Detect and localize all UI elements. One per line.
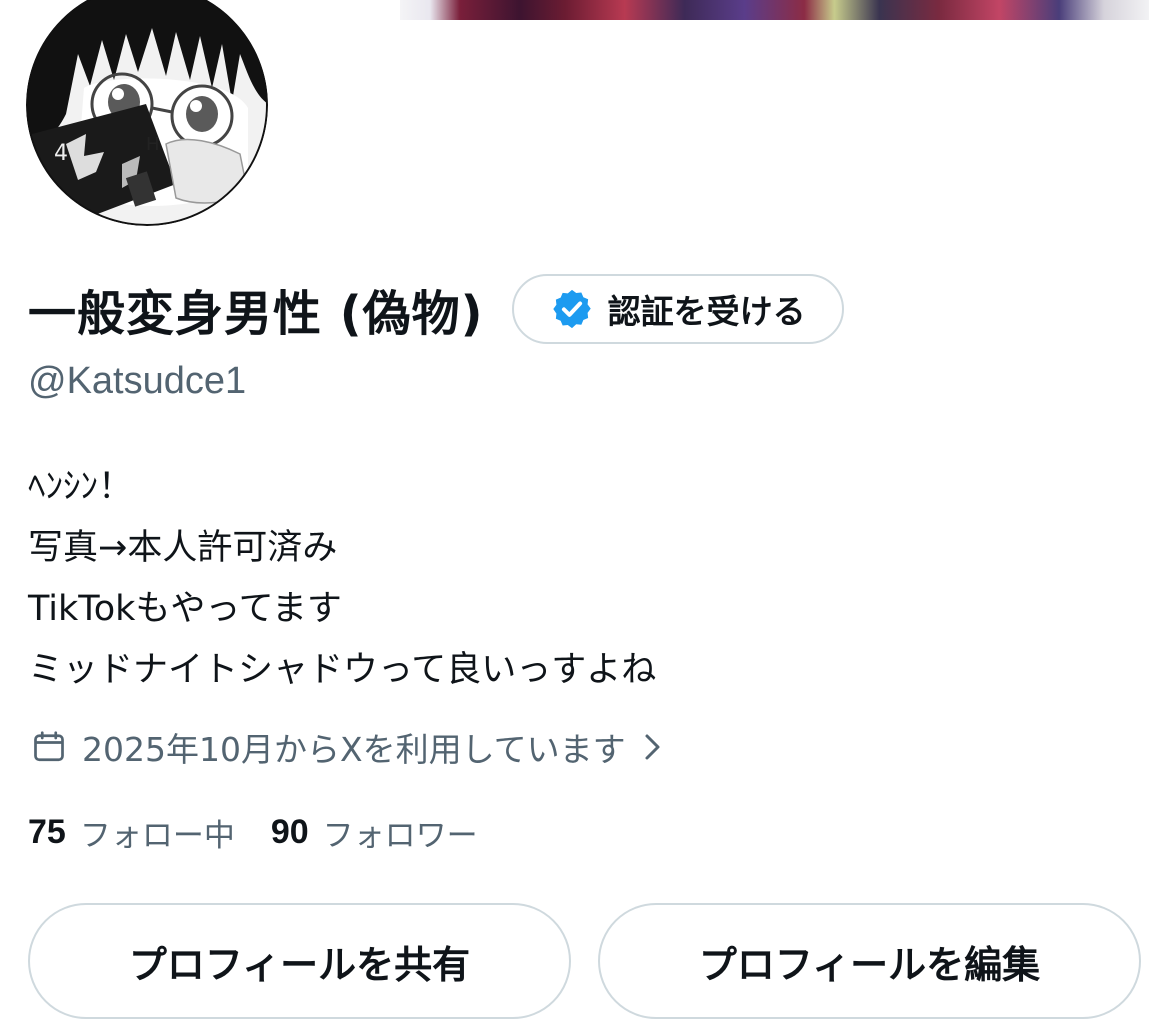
chevron-right-icon	[640, 730, 666, 764]
edit-profile-label: プロフィールを編集	[698, 942, 1041, 987]
bio-line: 写真→本人許可済み	[28, 528, 338, 568]
get-verified-button[interactable]: 認証を受ける	[511, 274, 844, 344]
share-profile-label: プロフィールを共有	[128, 942, 471, 987]
follow-stats: 75 フォロー中 90 フォロワー	[28, 808, 478, 856]
svg-text:4: 4	[54, 141, 68, 166]
verified-badge-icon	[550, 287, 594, 331]
joined-date-text: 2025年10月からXを利用しています	[82, 730, 626, 769]
name-row: 一般変身男性 (偽物) 認証を受ける	[28, 272, 844, 346]
avatar-image: 4 H	[26, 0, 268, 226]
joined-date-row[interactable]: 2025年10月からXを利用しています	[30, 722, 666, 772]
followers-label: フォロワー	[322, 817, 478, 854]
get-verified-label: 認証を受ける	[607, 292, 806, 331]
calendar-icon	[30, 728, 68, 766]
share-profile-button[interactable]: プロフィールを共有	[28, 903, 571, 1019]
display-name: 一般変身男性 (偽物)	[28, 286, 484, 342]
following-link[interactable]: 75 フォロー中	[28, 810, 235, 855]
bio-line: ﾍﾝｼﾝ！	[28, 467, 134, 507]
svg-text:H: H	[146, 134, 160, 155]
profile-bio: ﾍﾝｼﾝ！ 写真→本人許可済み TikTokもやってます ミッドナイトシャドウっ…	[28, 457, 1028, 701]
banner-image	[400, 0, 1149, 20]
followers-count: 90	[270, 812, 309, 851]
user-handle: @Katsudce1	[28, 360, 247, 402]
followers-link[interactable]: 90 フォロワー	[271, 810, 478, 855]
following-count: 75	[28, 812, 66, 851]
bio-line: TikTokもやってます	[28, 589, 342, 629]
following-label: フォロー中	[79, 817, 235, 854]
profile-avatar[interactable]: 4 H	[26, 0, 268, 226]
edit-profile-button[interactable]: プロフィールを編集	[598, 903, 1141, 1019]
bio-line: ミッドナイトシャドウって良いっすよね	[28, 650, 657, 690]
